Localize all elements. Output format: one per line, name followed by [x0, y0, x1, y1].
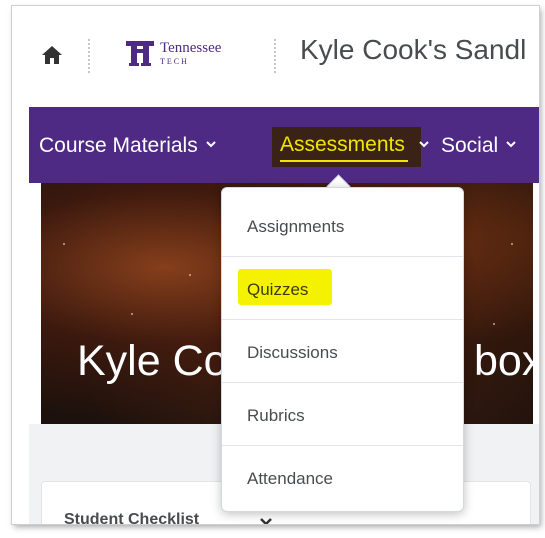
- chevron-down-icon[interactable]: [259, 514, 273, 524]
- banner-title-left: Kyle Co: [77, 337, 228, 385]
- banner-star: [189, 274, 191, 276]
- tennessee-tech-logo[interactable]: Tennessee TECH: [126, 39, 242, 67]
- menu-item-assignments[interactable]: Assignments: [222, 194, 463, 257]
- assessments-dropdown-menu: Assignments Quizzes Discussions Rubrics …: [221, 187, 464, 512]
- active-underline: [280, 160, 408, 162]
- menu-item-label: Assignments: [247, 217, 345, 236]
- chevron-down-icon[interactable]: [419, 131, 429, 161]
- nav-label: Assessments: [280, 133, 405, 156]
- chevron-down-icon: [506, 131, 516, 148]
- menu-item-label: Rubrics: [247, 406, 305, 425]
- menu-item-discussions[interactable]: Discussions: [222, 320, 463, 383]
- menu-item-label: Attendance: [247, 469, 334, 488]
- screenshot-frame: Tennessee TECH Kyle Cook's Sandl Course …: [12, 6, 539, 524]
- chevron-down-icon: [419, 131, 429, 148]
- banner-star: [493, 323, 495, 325]
- logo-wordmark: Tennessee: [160, 40, 222, 56]
- logo-subtext: TECH: [160, 57, 189, 66]
- nav-label: Course Materials: [39, 134, 198, 157]
- header-divider: [274, 39, 276, 73]
- menu-item-attendance[interactable]: Attendance: [222, 446, 463, 508]
- menu-item-quizzes[interactable]: Quizzes: [222, 257, 463, 320]
- banner-star: [63, 243, 65, 245]
- menu-item-rubrics[interactable]: Rubrics: [222, 383, 463, 446]
- nav-assessments[interactable]: Assessments: [272, 127, 421, 167]
- nav-social[interactable]: Social: [441, 131, 516, 161]
- tt-logo-icon: [126, 39, 154, 67]
- menu-item-label: Quizzes: [247, 280, 309, 299]
- banner-star: [511, 243, 513, 245]
- menu-item-label: Discussions: [247, 343, 338, 362]
- nav-course-materials[interactable]: Course Materials: [39, 131, 216, 161]
- home-icon[interactable]: [40, 43, 64, 67]
- course-navbar: Course Materials Assessments Social: [29, 107, 539, 183]
- banner-star: [131, 313, 133, 315]
- chevron-down-icon: [206, 131, 216, 148]
- header-divider: [88, 39, 90, 73]
- course-title[interactable]: Kyle Cook's Sandl: [300, 34, 526, 66]
- nav-label: Social: [441, 134, 499, 157]
- top-header: Tennessee TECH Kyle Cook's Sandl: [12, 6, 539, 102]
- widget-title: Student Checklist: [64, 511, 200, 524]
- banner-title-right: box: [474, 337, 539, 385]
- banner-title: Kyle Co: [77, 337, 228, 386]
